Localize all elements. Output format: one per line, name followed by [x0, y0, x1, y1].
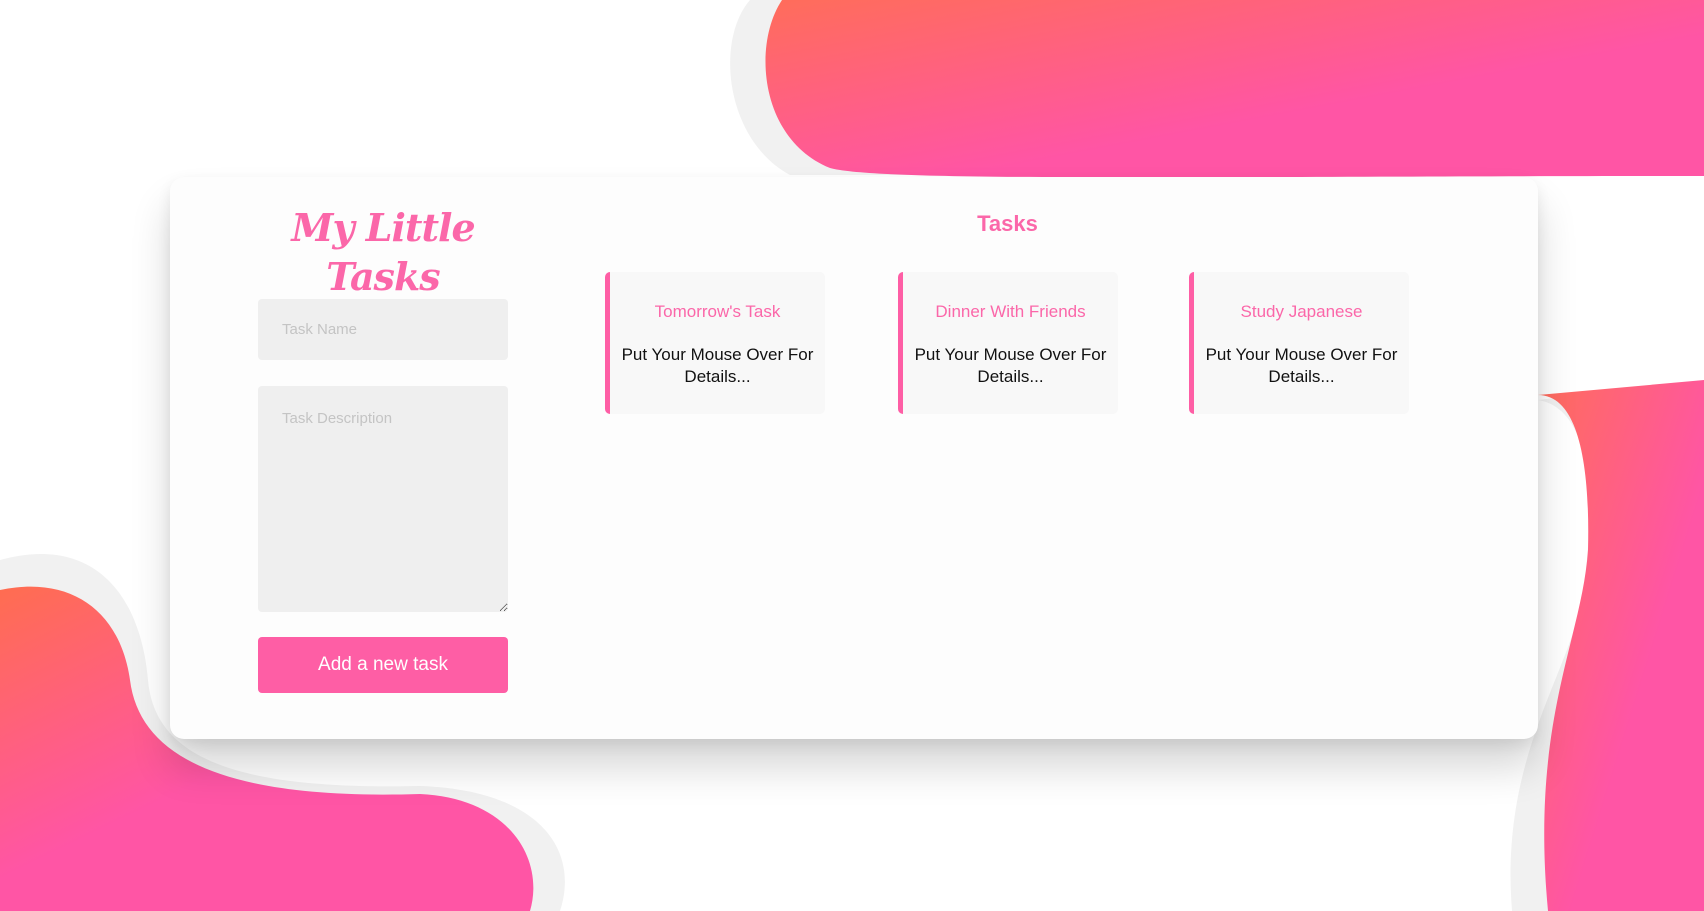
top-right-blob [765, 0, 1704, 178]
task-hover-hint: Put Your Mouse Over For Details... [621, 345, 814, 386]
task-name: Study Japanese [1240, 302, 1363, 321]
app-title: My Little Tasks [291, 205, 475, 300]
task-name: Dinner With Friends [935, 302, 1086, 321]
task-name: Tomorrow's Task [654, 302, 781, 321]
task-card[interactable]: Study Japanese Put Your Mouse Over For D… [1189, 272, 1409, 414]
tasks-heading: Tasks [977, 211, 1038, 236]
task-hover-hint: Put Your Mouse Over For Details... [1205, 345, 1398, 386]
right-blob [1538, 380, 1704, 911]
task-description-input[interactable] [258, 386, 508, 612]
main-card: My Little Tasks Add a new task Tasks Tom… [170, 177, 1538, 739]
task-hover-hint: Put Your Mouse Over For Details... [914, 345, 1107, 386]
task-card[interactable]: Tomorrow's Task Put Your Mouse Over For … [605, 272, 825, 414]
task-name-input[interactable] [258, 299, 508, 360]
add-task-button[interactable]: Add a new task [258, 637, 508, 693]
task-card[interactable]: Dinner With Friends Put Your Mouse Over … [898, 272, 1118, 414]
